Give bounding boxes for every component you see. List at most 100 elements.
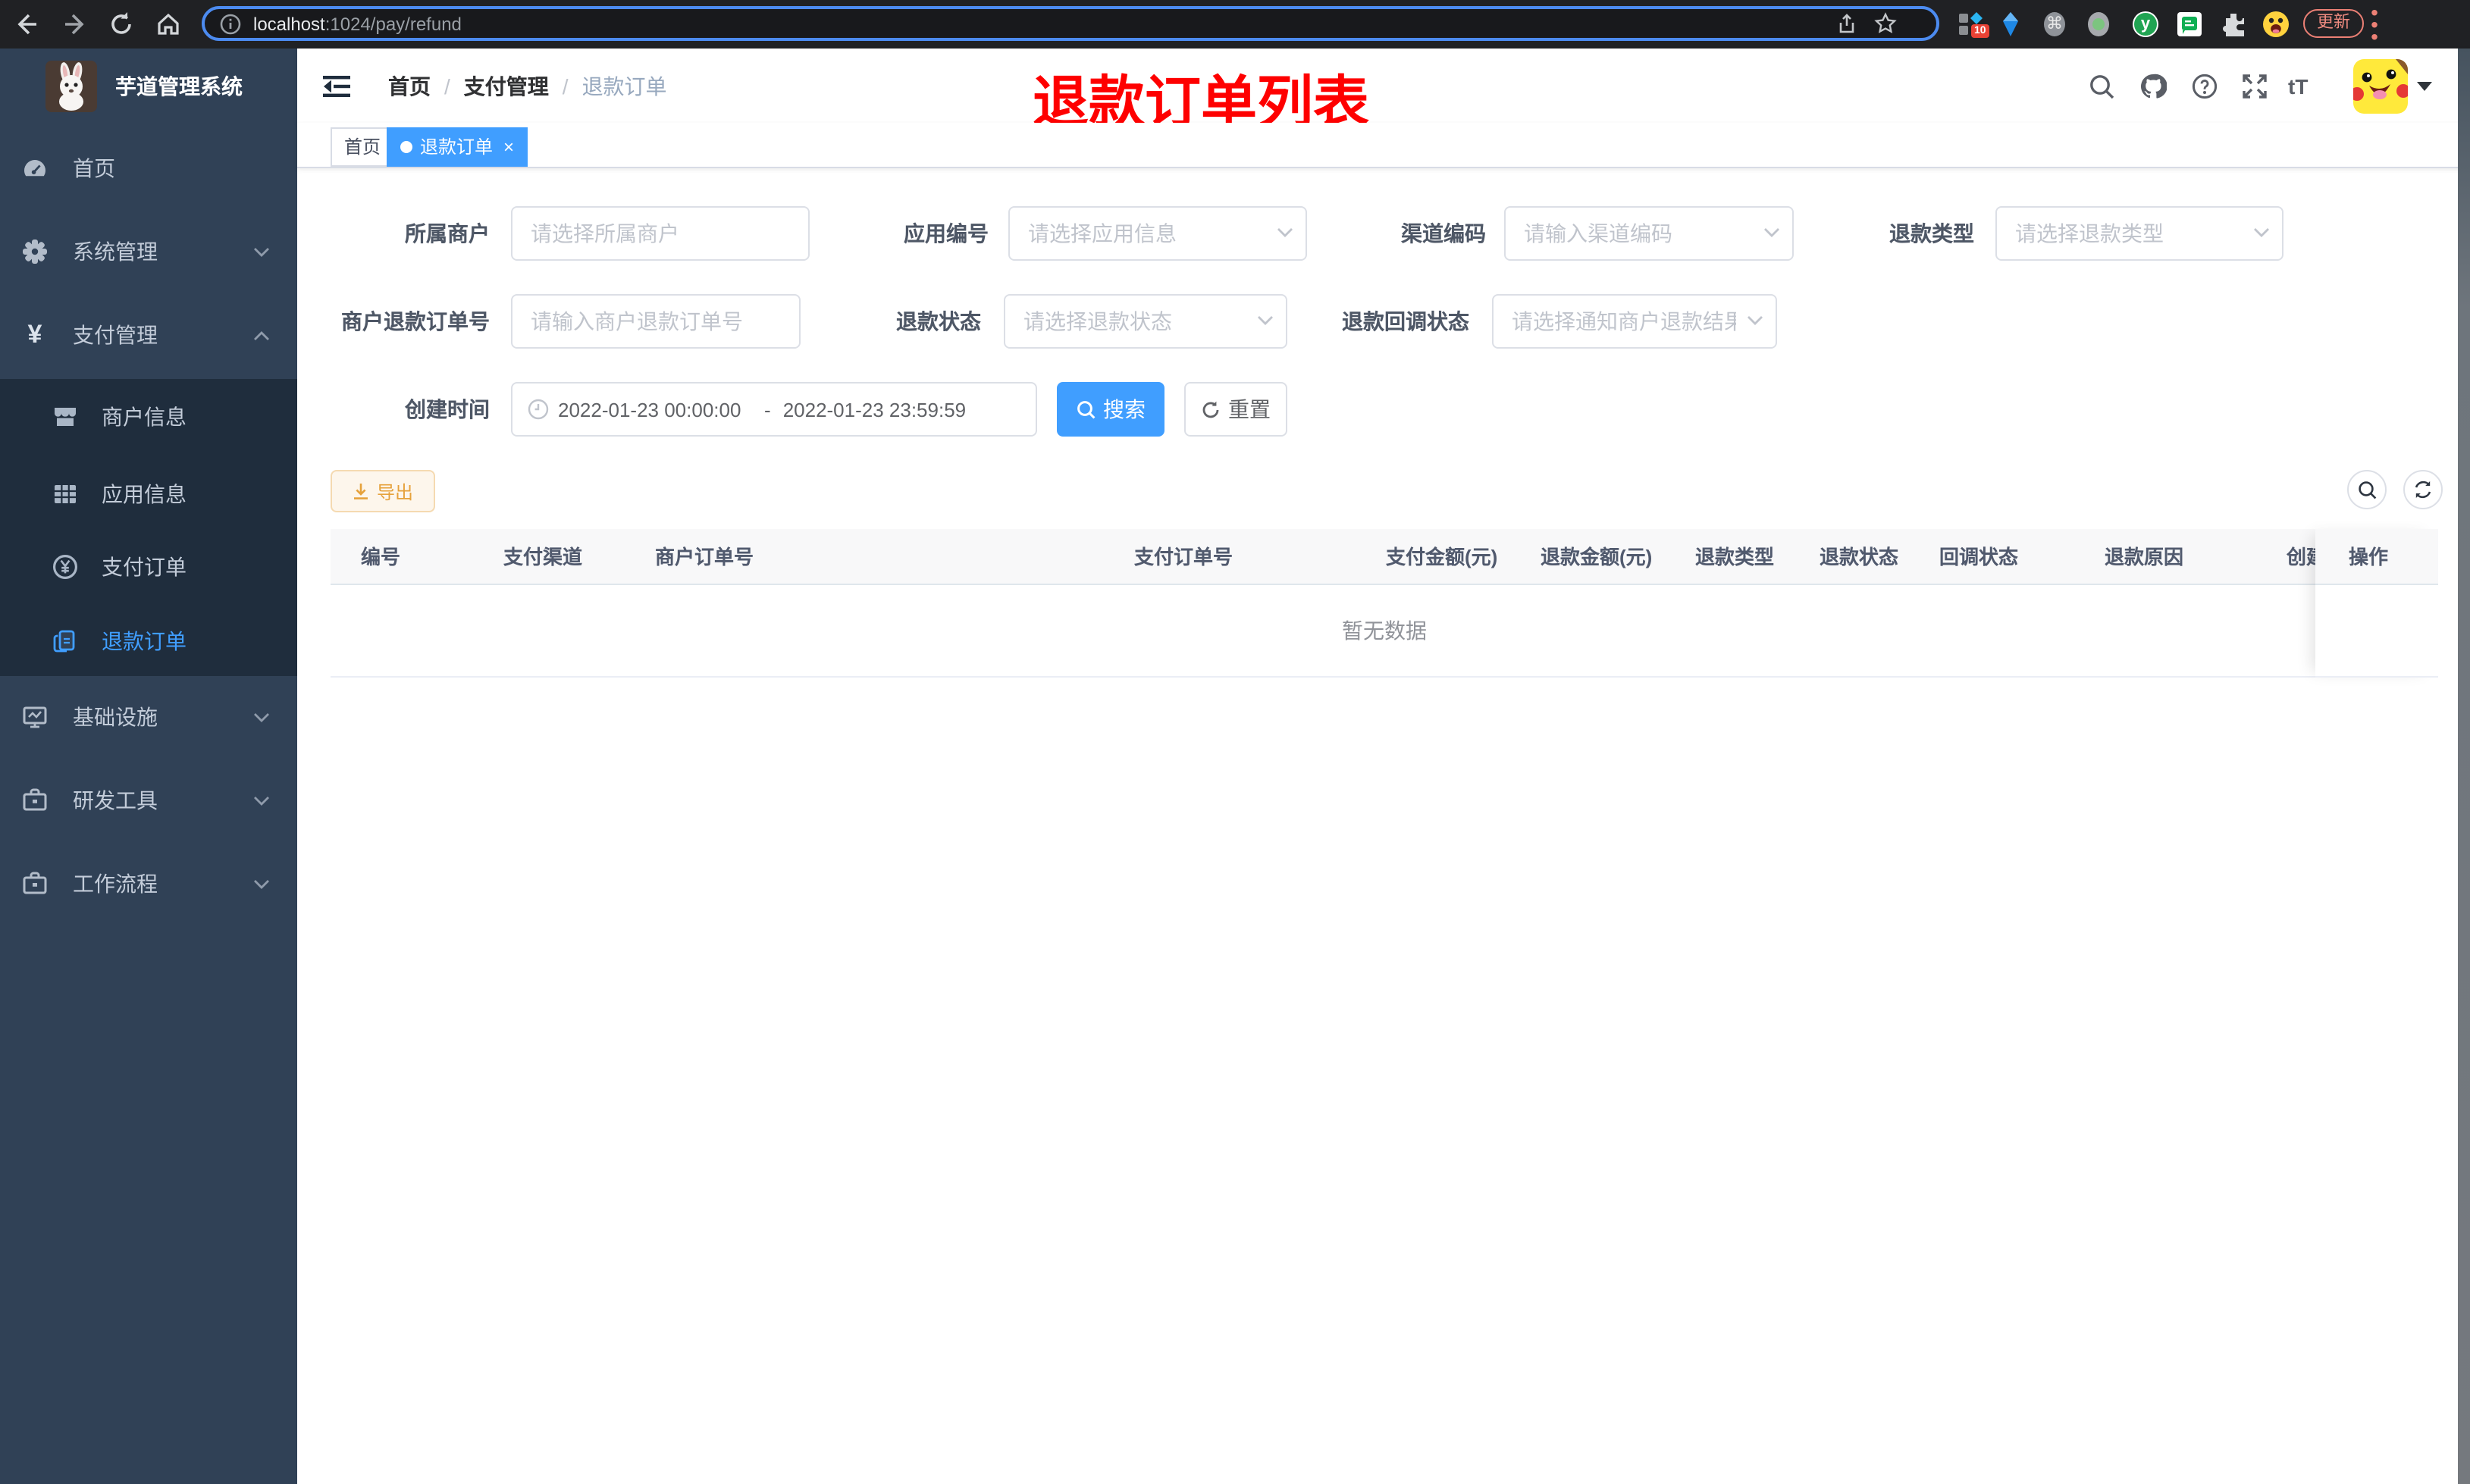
main-content: 首页 / 支付管理 / 退款订单 tT 退款订单列表 首页 退款订单 × 所属商… bbox=[297, 49, 2470, 1484]
sidebar-item-label: 支付订单 bbox=[102, 555, 187, 579]
export-button[interactable]: 导出 bbox=[331, 470, 435, 512]
merchant-refund-no-input bbox=[511, 294, 801, 349]
browser-update-button[interactable]: 更新 bbox=[2303, 9, 2364, 38]
refund-status-select[interactable] bbox=[1004, 294, 1287, 349]
merchant-field[interactable] bbox=[511, 206, 810, 261]
browser-toolbar: localhost:1024/pay/refund 10 ⌘ y 更新 • •… bbox=[0, 0, 2470, 49]
hamburger-fold-icon[interactable] bbox=[323, 73, 350, 100]
search-button[interactable]: 搜索 bbox=[1057, 382, 1164, 437]
sidebar-item-label: 商户信息 bbox=[102, 405, 187, 429]
sidebar-item-home[interactable]: 首页 bbox=[0, 127, 297, 209]
toolbox-icon bbox=[21, 787, 49, 814]
chevron-down-icon bbox=[1277, 227, 1293, 238]
extension-chat-icon[interactable] bbox=[2176, 11, 2203, 38]
col-callback-status: 回调状态 bbox=[1939, 546, 2019, 568]
bookmark-star-icon[interactable] bbox=[1874, 12, 1897, 35]
app-no-select[interactable] bbox=[1008, 206, 1307, 261]
reset-button[interactable]: 重置 bbox=[1184, 382, 1287, 437]
avatar-caret-icon[interactable] bbox=[2417, 82, 2432, 91]
documents-icon bbox=[52, 628, 79, 655]
chevron-down-icon bbox=[253, 712, 270, 723]
gear-icon bbox=[21, 238, 49, 265]
sidebar-item-refund-order[interactable]: 退款订单 bbox=[0, 600, 297, 682]
sidebar-item-system[interactable]: 系统管理 bbox=[0, 211, 297, 293]
table-empty-text: 暂无数据 bbox=[1342, 618, 1427, 643]
extension-gem-icon[interactable] bbox=[1997, 11, 2024, 38]
channel-code-select[interactable] bbox=[1504, 206, 1794, 261]
browser-home-icon[interactable] bbox=[155, 11, 182, 38]
chevron-down-icon bbox=[253, 879, 270, 890]
extensions-puzzle-icon[interactable] bbox=[2220, 11, 2247, 38]
reset-button-label: 重置 bbox=[1228, 397, 1271, 421]
user-avatar[interactable] bbox=[2353, 59, 2408, 114]
refund-status-input bbox=[1004, 294, 1287, 349]
sidebar-item-label: 支付管理 bbox=[73, 323, 158, 347]
create-time-range-picker[interactable]: 2022-01-23 00:00:00 - 2022-01-23 23:59:5… bbox=[511, 382, 1037, 437]
chevron-down-icon bbox=[2253, 227, 2270, 238]
app-no-label: 应用编号 bbox=[904, 221, 989, 246]
breadcrumb-payment[interactable]: 支付管理 bbox=[464, 70, 549, 101]
screen: localhost:1024/pay/refund 10 ⌘ y 更新 • •… bbox=[0, 0, 2470, 1484]
tab-close-icon[interactable]: × bbox=[503, 138, 514, 156]
sidebar-item-infrastructure[interactable]: 基础设施 bbox=[0, 676, 297, 758]
url-bar[interactable]: localhost:1024/pay/refund bbox=[202, 6, 1939, 41]
tab-label: 退款订单 bbox=[420, 136, 494, 158]
dashboard-icon bbox=[21, 155, 49, 182]
refund-type-label: 退款类型 bbox=[1889, 221, 1974, 246]
show-search-toggle-button[interactable] bbox=[2347, 470, 2387, 509]
help-icon[interactable] bbox=[2191, 73, 2218, 100]
sidebar-item-merchant-info[interactable]: 商户信息 bbox=[0, 376, 297, 458]
extension-y-icon[interactable]: y bbox=[2132, 11, 2159, 38]
sidebar-item-label: 首页 bbox=[73, 156, 115, 180]
refund-type-input bbox=[1995, 206, 2283, 261]
sidebar-item-label: 系统管理 bbox=[73, 240, 158, 264]
channel-code-input bbox=[1504, 206, 1794, 261]
browser-back-icon[interactable] bbox=[12, 11, 39, 38]
browser-menu-icon[interactable]: • • • bbox=[2368, 2, 2381, 47]
site-info-icon[interactable] bbox=[220, 13, 241, 34]
col-id: 编号 bbox=[361, 546, 401, 568]
extension-tampermonkey-icon[interactable]: 10 bbox=[1958, 11, 1989, 38]
github-icon[interactable] bbox=[2139, 73, 2167, 100]
tab-refund-order[interactable]: 退款订单 × bbox=[387, 127, 528, 167]
url-host: localhost bbox=[253, 13, 325, 34]
font-size-icon[interactable]: tT bbox=[2288, 73, 2324, 100]
merchant-label: 所属商户 bbox=[405, 221, 490, 246]
search-icon[interactable] bbox=[2088, 73, 2115, 100]
top-navbar: 首页 / 支付管理 / 退款订单 tT 退款订单列表 bbox=[297, 49, 2470, 133]
tab-home[interactable]: 首页 bbox=[331, 127, 395, 167]
col-refund-type: 退款类型 bbox=[1695, 546, 1775, 568]
col-pay-order-no: 支付订单号 bbox=[1134, 546, 1233, 568]
app-no-input bbox=[1008, 206, 1307, 261]
extension-command-icon[interactable]: ⌘ bbox=[2041, 11, 2068, 38]
app-logo-row[interactable]: 芋道管理系统 bbox=[0, 49, 297, 124]
browser-forward-icon[interactable] bbox=[62, 11, 89, 38]
col-pay-channel: 支付渠道 bbox=[503, 546, 583, 568]
extension-badge: 10 bbox=[1971, 24, 1989, 38]
app-title: 芋道管理系统 bbox=[115, 74, 243, 99]
yen-circle-icon bbox=[52, 553, 79, 581]
profile-emoji-icon[interactable] bbox=[2262, 11, 2290, 38]
callback-status-select[interactable] bbox=[1492, 294, 1777, 349]
sidebar: 芋道管理系统 首页 系统管理 ¥ 支付管理 商户信息 应用信息 支付订单 退款订… bbox=[0, 49, 297, 1484]
sidebar-item-app-info[interactable]: 应用信息 bbox=[0, 453, 297, 535]
grid-icon bbox=[52, 481, 79, 508]
sidebar-item-label: 基础设施 bbox=[73, 705, 158, 729]
extension-dot-icon[interactable] bbox=[2085, 11, 2112, 38]
browser-reload-icon[interactable] bbox=[108, 11, 135, 38]
share-icon[interactable] bbox=[1836, 14, 1857, 35]
refresh-table-button[interactable] bbox=[2403, 470, 2443, 509]
sidebar-item-dev-tools[interactable]: 研发工具 bbox=[0, 759, 297, 841]
refund-type-select[interactable] bbox=[1995, 206, 2283, 261]
merchant-input bbox=[511, 206, 810, 261]
page-scrollbar[interactable] bbox=[2458, 49, 2470, 1484]
merchant-refund-no-field[interactable] bbox=[511, 294, 801, 349]
col-refund-reason: 退款原因 bbox=[2105, 546, 2184, 568]
tags-view-bar: 首页 退款订单 × bbox=[297, 123, 2470, 168]
sidebar-item-pay-order[interactable]: 支付订单 bbox=[0, 526, 297, 608]
breadcrumb-home[interactable]: 首页 bbox=[388, 70, 431, 101]
fullscreen-icon[interactable] bbox=[2241, 73, 2268, 100]
clock-icon bbox=[528, 399, 549, 420]
sidebar-item-workflow[interactable]: 工作流程 bbox=[0, 843, 297, 925]
sidebar-item-payment[interactable]: ¥ 支付管理 bbox=[0, 294, 297, 376]
